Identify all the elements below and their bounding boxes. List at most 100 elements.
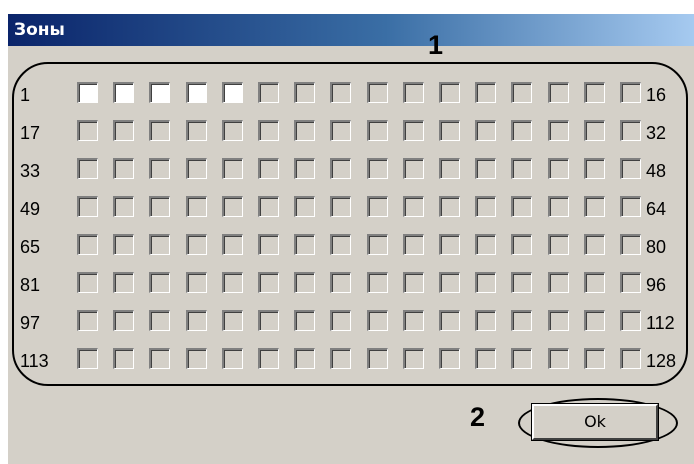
zone-checkbox[interactable] (149, 272, 171, 293)
zone-checkbox[interactable] (366, 310, 388, 331)
zone-checkbox[interactable] (149, 348, 171, 369)
zone-checkbox[interactable] (113, 82, 135, 103)
zone-checkbox[interactable] (258, 120, 279, 141)
zone-checkbox[interactable] (294, 234, 316, 255)
zone-checkbox[interactable] (402, 272, 424, 293)
zone-checkbox[interactable] (583, 82, 605, 103)
zone-checkbox[interactable] (475, 158, 497, 179)
zone-checkbox[interactable] (366, 348, 388, 369)
zone-checkbox[interactable] (402, 196, 424, 217)
zone-checkbox[interactable] (511, 120, 533, 141)
zone-checkbox[interactable] (439, 234, 460, 255)
title-bar[interactable]: Зоны (8, 14, 694, 46)
zone-checkbox[interactable] (185, 234, 207, 255)
zone-checkbox[interactable] (294, 196, 316, 217)
zone-checkbox[interactable] (547, 196, 569, 217)
zone-checkbox[interactable] (620, 310, 641, 331)
zone-checkbox[interactable] (330, 158, 352, 179)
zone-checkbox[interactable] (583, 196, 605, 217)
zone-checkbox[interactable] (511, 158, 533, 179)
zone-checkbox[interactable] (113, 234, 135, 255)
zone-checkbox[interactable] (547, 234, 569, 255)
zone-checkbox[interactable] (620, 158, 641, 179)
zone-checkbox[interactable] (149, 158, 171, 179)
zone-checkbox[interactable] (475, 348, 497, 369)
zone-checkbox[interactable] (221, 82, 243, 103)
zone-checkbox[interactable] (475, 272, 497, 293)
zone-checkbox[interactable] (330, 348, 352, 369)
zone-checkbox[interactable] (77, 158, 98, 179)
zone-checkbox[interactable] (185, 82, 207, 103)
zone-checkbox[interactable] (511, 310, 533, 331)
zone-checkbox[interactable] (149, 120, 171, 141)
zone-checkbox[interactable] (583, 158, 605, 179)
zone-checkbox[interactable] (475, 120, 497, 141)
zone-checkbox[interactable] (475, 310, 497, 331)
zone-checkbox[interactable] (294, 272, 316, 293)
zone-checkbox[interactable] (113, 158, 135, 179)
zone-checkbox[interactable] (439, 82, 460, 103)
zone-checkbox[interactable] (149, 234, 171, 255)
zone-checkbox[interactable] (547, 120, 569, 141)
zone-checkbox[interactable] (620, 272, 641, 293)
zone-checkbox[interactable] (511, 196, 533, 217)
zone-checkbox[interactable] (185, 196, 207, 217)
zone-checkbox[interactable] (221, 120, 243, 141)
zone-checkbox[interactable] (366, 196, 388, 217)
zone-checkbox[interactable] (185, 310, 207, 331)
zone-checkbox[interactable] (330, 234, 352, 255)
zone-checkbox[interactable] (511, 348, 533, 369)
zone-checkbox[interactable] (475, 234, 497, 255)
zone-checkbox[interactable] (547, 348, 569, 369)
zone-checkbox[interactable] (402, 310, 424, 331)
zone-checkbox[interactable] (439, 348, 460, 369)
zone-checkbox[interactable] (620, 196, 641, 217)
zone-checkbox[interactable] (221, 272, 243, 293)
zone-checkbox[interactable] (258, 348, 279, 369)
zone-checkbox[interactable] (258, 272, 279, 293)
zone-checkbox[interactable] (547, 82, 569, 103)
zone-checkbox[interactable] (439, 158, 460, 179)
zone-checkbox[interactable] (439, 196, 460, 217)
zone-checkbox[interactable] (366, 272, 388, 293)
zone-checkbox[interactable] (402, 158, 424, 179)
zone-checkbox[interactable] (294, 310, 316, 331)
zone-checkbox[interactable] (77, 234, 98, 255)
zone-checkbox[interactable] (294, 348, 316, 369)
zone-checkbox[interactable] (583, 310, 605, 331)
zone-checkbox[interactable] (149, 82, 171, 103)
zone-checkbox[interactable] (511, 82, 533, 103)
zone-checkbox[interactable] (294, 82, 316, 103)
ok-button[interactable]: Ok (531, 403, 659, 441)
zone-checkbox[interactable] (475, 196, 497, 217)
zone-checkbox[interactable] (221, 348, 243, 369)
zone-checkbox[interactable] (439, 272, 460, 293)
zone-checkbox[interactable] (547, 158, 569, 179)
zone-checkbox[interactable] (511, 272, 533, 293)
zone-checkbox[interactable] (221, 234, 243, 255)
zone-checkbox[interactable] (258, 196, 279, 217)
zone-checkbox[interactable] (583, 120, 605, 141)
zone-checkbox[interactable] (185, 158, 207, 179)
zone-checkbox[interactable] (402, 82, 424, 103)
zone-checkbox[interactable] (77, 120, 98, 141)
zone-checkbox[interactable] (113, 348, 135, 369)
zone-checkbox[interactable] (258, 310, 279, 331)
zone-checkbox[interactable] (583, 348, 605, 369)
zone-checkbox[interactable] (77, 196, 98, 217)
zone-checkbox[interactable] (77, 272, 98, 293)
zone-checkbox[interactable] (402, 348, 424, 369)
zone-checkbox[interactable] (620, 82, 641, 103)
zone-checkbox[interactable] (547, 272, 569, 293)
zone-checkbox[interactable] (330, 310, 352, 331)
zone-checkbox[interactable] (113, 196, 135, 217)
zone-checkbox[interactable] (547, 310, 569, 331)
zone-checkbox[interactable] (330, 120, 352, 141)
zone-checkbox[interactable] (221, 196, 243, 217)
zone-checkbox[interactable] (330, 196, 352, 217)
zone-checkbox[interactable] (258, 234, 279, 255)
zone-checkbox[interactable] (402, 120, 424, 141)
zone-checkbox[interactable] (511, 234, 533, 255)
zone-checkbox[interactable] (149, 310, 171, 331)
zone-checkbox[interactable] (221, 158, 243, 179)
